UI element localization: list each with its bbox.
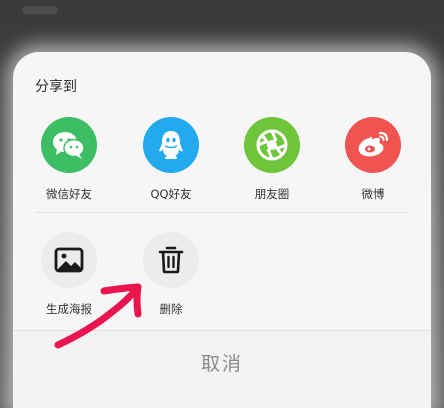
share-wechat-friends-label: 微信好友 <box>46 187 92 201</box>
trash-icon <box>143 232 199 288</box>
moments-icon <box>244 117 300 173</box>
generate-poster-button[interactable]: 生成海报 <box>24 232 114 317</box>
share-moments-button[interactable]: 朋友圈 <box>227 117 317 202</box>
cancel-button[interactable]: 取消 <box>13 349 431 376</box>
share-sheet-title: 分享到 <box>35 79 77 95</box>
share-qq-friends-label: QQ好友 <box>150 187 192 201</box>
section-divider <box>35 212 409 213</box>
image-icon <box>41 232 97 288</box>
share-wechat-friends-button[interactable]: 微信好友 <box>24 117 114 202</box>
qq-icon <box>143 117 199 173</box>
share-weibo-label: 微博 <box>361 187 385 201</box>
weibo-icon <box>345 117 401 173</box>
share-qq-friends-button[interactable]: QQ好友 <box>126 117 216 202</box>
delete-label: 删除 <box>159 302 183 316</box>
share-sheet: 分享到 微信好友 QQ好友 朋友圈 微博 生成海报 删除 取消 <box>13 52 431 408</box>
share-moments-label: 朋友圈 <box>254 187 290 201</box>
wechat-icon <box>41 117 97 173</box>
generate-poster-label: 生成海报 <box>46 302 92 316</box>
share-weibo-button[interactable]: 微博 <box>328 117 418 202</box>
cancel-area: 取消 <box>13 330 431 408</box>
delete-button[interactable]: 删除 <box>126 232 216 317</box>
background-status-bar <box>22 6 58 14</box>
